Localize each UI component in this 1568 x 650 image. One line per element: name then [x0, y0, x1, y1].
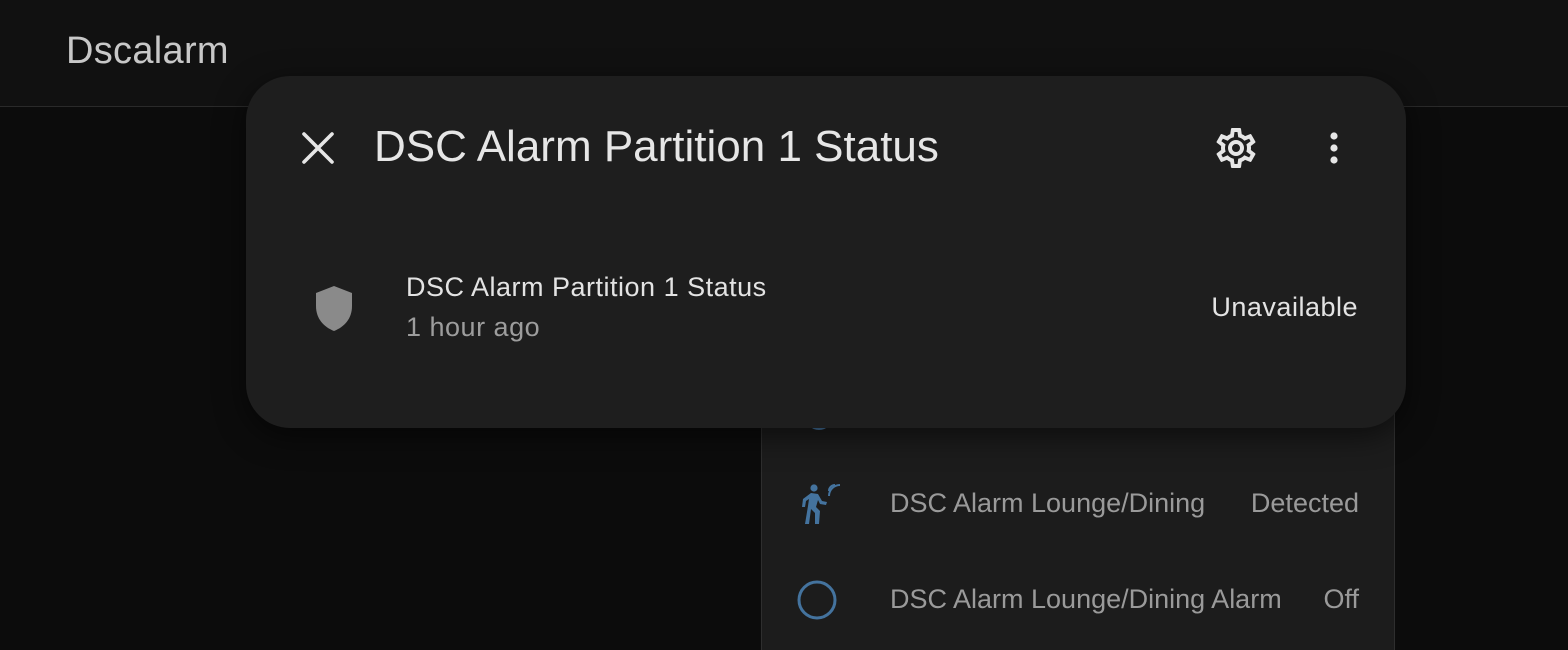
- dots-vertical-icon: [1330, 132, 1338, 164]
- app-root: Dscalarm DSC Alarm Lounge/Dining Detecte…: [0, 0, 1568, 650]
- motion-sensor-icon: [797, 482, 841, 526]
- entity-row-lounge-dining[interactable]: DSC Alarm Lounge/Dining Detected: [761, 472, 1393, 532]
- entity-state: Detected: [1250, 488, 1359, 518]
- entity-name: DSC Alarm Lounge/Dining: [890, 488, 1206, 518]
- more-info-dialog: DSC Alarm Partition 1 Status DSC Alarm P…: [246, 76, 1406, 428]
- shield-icon: [312, 284, 356, 334]
- circle-outline-icon: [797, 578, 841, 622]
- entity-row-lounge-dining-alarm[interactable]: DSC Alarm Lounge/Dining Alarm Off: [761, 568, 1393, 628]
- entity-state-value: Unavailable: [1211, 292, 1358, 322]
- page-title: Dscalarm: [66, 30, 229, 72]
- close-button[interactable]: [294, 124, 342, 172]
- close-icon: [302, 132, 334, 164]
- gear-icon: [1216, 128, 1256, 168]
- settings-button[interactable]: [1212, 124, 1260, 172]
- entity-name: DSC Alarm Lounge/Dining Alarm: [890, 584, 1282, 614]
- entity-state-row: DSC Alarm Partition 1 Status 1 hour ago …: [246, 264, 1406, 354]
- dialog-title: DSC Alarm Partition 1 Status: [374, 122, 939, 171]
- last-changed-time: 1 hour ago: [406, 312, 541, 342]
- entity-state: Off: [1323, 584, 1359, 614]
- more-options-button[interactable]: [1310, 124, 1358, 172]
- entity-name: DSC Alarm Partition 1 Status: [406, 272, 767, 302]
